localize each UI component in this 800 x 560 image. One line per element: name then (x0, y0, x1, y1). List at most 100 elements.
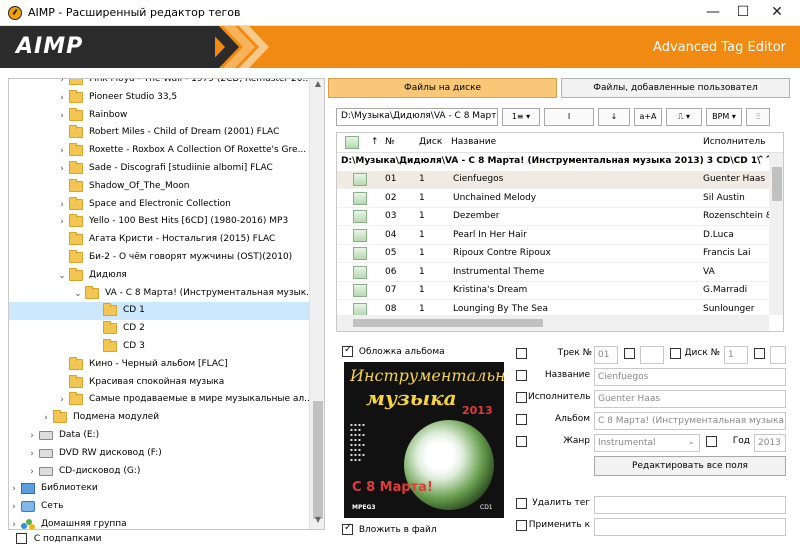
tree-item[interactable]: › Sade - Discografi [studiinie albomi] FL… (9, 160, 309, 178)
col-title[interactable]: Название (451, 137, 496, 147)
tree-item[interactable]: Кино - Черный альбом [FLAC] (9, 356, 309, 374)
embed-checkbox[interactable] (342, 522, 353, 535)
expanded-arrow-icon[interactable]: ⌄ (57, 269, 67, 283)
embed-option[interactable]: Вложить в файл (342, 522, 437, 535)
scroll-up-icon[interactable]: ▲ (310, 79, 324, 93)
tree-item[interactable]: ⌄ VA - С 8 Марта! (Инструментальная музык… (9, 285, 315, 303)
expand-arrow-icon[interactable]: › (57, 198, 67, 212)
table-row[interactable]: 02 1 Unchained Melody Sil Austin (337, 190, 769, 208)
tree-item[interactable]: › Самые продаваемые в мире музыкальные ал… (9, 391, 313, 409)
tree-item[interactable]: Агата Кристи - Ностальгия (2015) FLAC (9, 231, 309, 249)
apply-to-input[interactable] (594, 518, 786, 536)
disc-total-checkbox[interactable] (754, 348, 765, 359)
tree-scrollbar[interactable]: ▲ ▼ (309, 79, 324, 529)
tree-item[interactable]: CD 1 (9, 302, 309, 321)
col-num[interactable]: № (385, 137, 394, 147)
artist-input[interactable]: Guenter Haas (594, 390, 786, 408)
scroll-down-icon[interactable]: ▼ (310, 515, 324, 529)
disc-total-input[interactable] (770, 346, 786, 364)
cover-column-icon[interactable] (345, 136, 359, 149)
apply-to-checkbox[interactable] (516, 520, 527, 531)
expand-arrow-icon[interactable]: › (57, 79, 67, 87)
genre-checkbox[interactable] (516, 436, 527, 447)
album-checkbox[interactable] (516, 414, 527, 425)
subfolders-option[interactable]: С подпапками (16, 533, 102, 544)
expand-arrow-icon[interactable]: › (9, 482, 19, 496)
year-input[interactable]: 2013 (754, 434, 786, 452)
track-input[interactable]: 01 (594, 346, 618, 364)
expand-arrow-icon[interactable]: › (57, 144, 67, 158)
tree-item[interactable]: CD 3 (9, 338, 309, 356)
table-hscroll-thumb[interactable] (353, 319, 543, 327)
table-horizontal-scrollbar[interactable] (337, 315, 769, 331)
edit-all-fields-button[interactable]: Редактировать все поля (594, 456, 786, 476)
tree-item[interactable]: › Roxette - Roxbox A Collection Of Roxett… (9, 142, 309, 160)
tree-item[interactable]: Би-2 - О чём говорят мужчины (OST)(2010) (9, 249, 309, 267)
tree-item[interactable]: › Space and Electronic Collection (9, 196, 309, 214)
minimize-button[interactable]: — (696, 0, 730, 26)
album-input[interactable]: С 8 Марта! (Инструментальная музыка 20 (594, 412, 786, 430)
close-button[interactable]: ✕ (760, 0, 794, 26)
track-total-checkbox[interactable] (624, 348, 635, 359)
title-checkbox[interactable] (516, 370, 527, 381)
tab-files-on-disk[interactable]: Файлы на диске (328, 78, 557, 98)
tree-item[interactable]: › Библиотеки (9, 480, 309, 498)
tree-item[interactable]: › Домашняя группа (9, 516, 309, 529)
table-vscroll-thumb[interactable] (772, 167, 782, 201)
table-row[interactable]: 06 1 Instrumental Theme VA (337, 264, 769, 282)
table-row[interactable]: 07 1 Kristina's Dream G.Marradi (337, 282, 769, 300)
subfolders-checkbox[interactable] (16, 533, 27, 544)
case-convert-button[interactable]: a+A (634, 108, 662, 126)
expand-arrow-icon[interactable]: › (57, 91, 67, 105)
replaygain-button[interactable]: ⎍ ▾ (666, 108, 702, 126)
maximize-button[interactable]: ☐ (726, 0, 760, 26)
tree-item[interactable]: › Rainbow (9, 107, 309, 125)
tree-item[interactable]: ⌄ Дидюля (9, 267, 309, 285)
tree-item[interactable]: › Data (E:) (9, 427, 309, 445)
cover-checkbox[interactable] (342, 344, 353, 357)
tree-item[interactable]: › Подмена модулей (9, 409, 309, 427)
settings-sliders-icon[interactable]: ⫶⫶ (746, 108, 770, 126)
expand-arrow-icon[interactable]: › (41, 411, 51, 425)
path-input[interactable]: D:\Музыка\Дидюля\VA - С 8 Марта! (336, 108, 498, 126)
group-header-row[interactable]: D:\Музыка\Дидюля\VA - С 8 Марта! (Инстру… (337, 153, 783, 171)
col-disc[interactable]: Диск (419, 137, 442, 147)
cover-option[interactable]: Обложка альбома (342, 344, 445, 357)
expand-arrow-icon[interactable]: › (9, 518, 19, 529)
table-row[interactable]: 05 1 Ripoux Contre Ripoux Francis Lai (337, 245, 769, 263)
tree-item[interactable]: › CD-дисковод (G:) (9, 463, 309, 481)
artist-checkbox[interactable] (516, 392, 527, 403)
tree-item[interactable]: › Pink Floyd - The Wall - 1979 (2CD, Rema… (9, 79, 311, 89)
disc-input[interactable]: 1 (724, 346, 748, 364)
tree-item[interactable]: › Pioneer Studio 33,5 (9, 89, 309, 107)
title-input[interactable]: Cienfuegos (594, 368, 786, 386)
track-checkbox[interactable] (516, 348, 527, 359)
expand-arrow-icon[interactable]: › (27, 429, 37, 443)
table-row[interactable]: 04 1 Pearl In Her Hair D.Luca (337, 227, 769, 245)
delete-tag-input[interactable] (594, 496, 786, 514)
tree-item[interactable]: Shadow_Of_The_Moon (9, 178, 309, 196)
expand-arrow-icon[interactable]: › (9, 500, 19, 514)
expand-arrow-icon[interactable]: › (27, 447, 37, 461)
table-row[interactable]: 03 1 Dezember Rozenschtein & (337, 208, 769, 226)
scroll-thumb[interactable] (313, 401, 323, 519)
table-row[interactable]: 01 1 Cienfuegos Guenter Haas (337, 171, 769, 189)
delete-tag-checkbox[interactable] (516, 498, 527, 509)
col-artist[interactable]: Исполнитель (703, 137, 765, 147)
tree-item[interactable]: Красивая спокойная музыка (9, 374, 309, 392)
expand-arrow-icon[interactable]: › (57, 109, 67, 123)
download-arrow-button[interactable]: ↓ (598, 108, 630, 126)
year-checkbox[interactable] (706, 436, 717, 447)
tab-user-added-files[interactable]: Файлы, добавленные пользовател (561, 78, 790, 98)
genre-select[interactable]: Instrumental ⌄ (594, 434, 700, 452)
expand-arrow-icon[interactable]: › (27, 465, 37, 479)
bpm-button[interactable]: BPM ▾ (706, 108, 742, 126)
expand-arrow-icon[interactable]: › (57, 215, 67, 229)
table-vertical-scrollbar[interactable] (769, 153, 783, 315)
tree-item[interactable]: › Yello - 100 Best Hits [6CD] (1980-2016)… (9, 213, 309, 231)
expand-arrow-icon[interactable]: › (57, 162, 67, 176)
expanded-arrow-icon[interactable]: ⌄ (73, 287, 83, 301)
text-cursor-button[interactable]: I (544, 108, 594, 126)
track-total-input[interactable] (640, 346, 664, 364)
numbering-button[interactable]: 1≡ ▾ (502, 108, 540, 126)
